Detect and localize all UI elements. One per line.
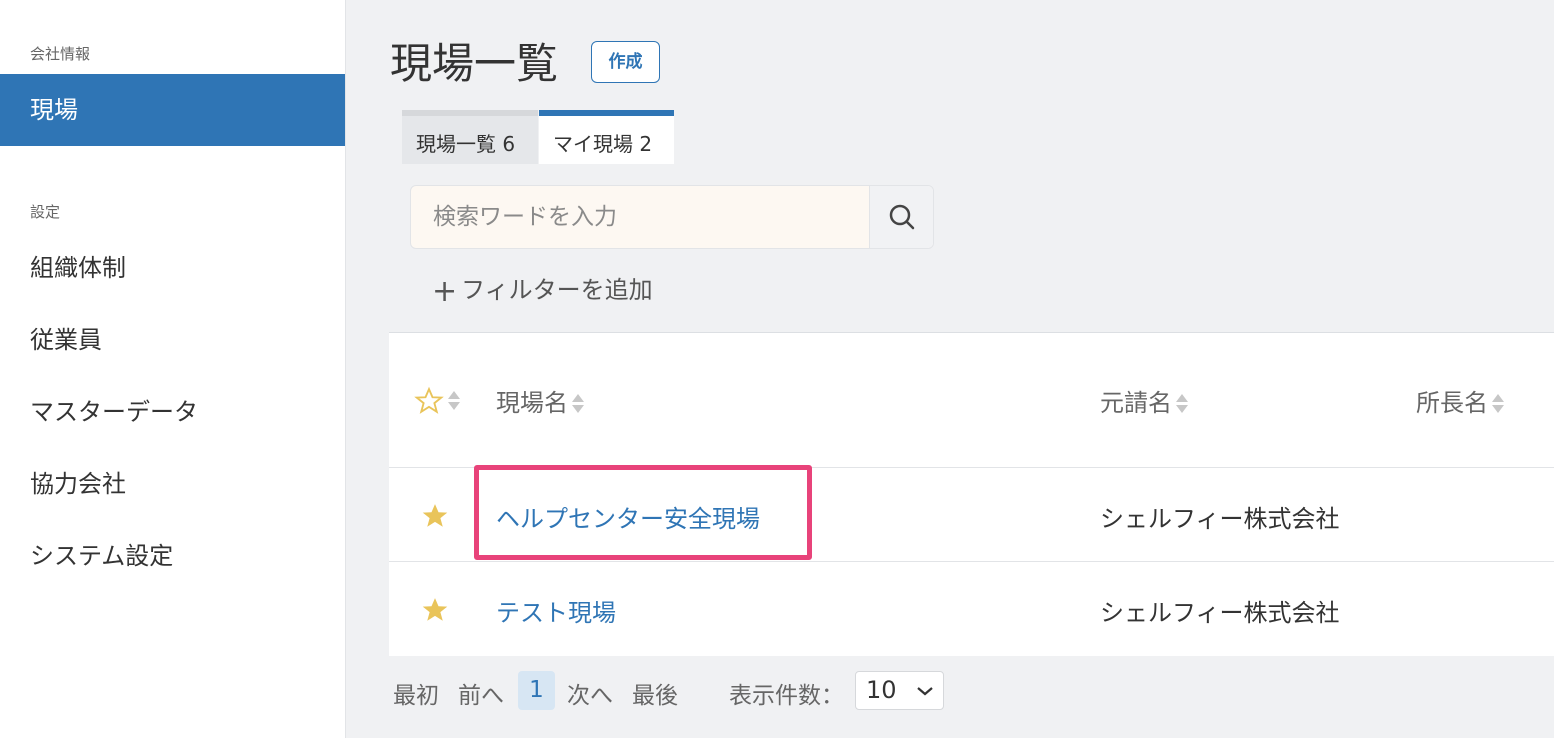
star-column-header[interactable] xyxy=(414,386,460,416)
star-filled-icon xyxy=(422,598,448,621)
sidebar-item-system-settings[interactable]: システム設定 xyxy=(0,520,345,592)
highlight-box xyxy=(474,465,812,560)
favorite-toggle[interactable] xyxy=(420,595,450,629)
sort-icon xyxy=(1492,393,1504,415)
row-divider xyxy=(389,561,1554,562)
add-filter-label: フィルターを追加 xyxy=(461,276,653,304)
sidebar-item-employees[interactable]: 従業員 xyxy=(0,304,345,376)
contractor-cell: シェルフィー株式会社 xyxy=(1100,599,1340,627)
column-header-label: 所長名 xyxy=(1416,389,1488,417)
pagination-prev[interactable]: 前へ xyxy=(458,676,504,710)
contractor-cell: シェルフィー株式会社 xyxy=(1100,505,1340,533)
per-page-select[interactable]: 10 xyxy=(855,671,944,710)
page-title: 現場一覧 xyxy=(390,39,559,88)
search-button[interactable] xyxy=(869,186,933,248)
favorite-toggle[interactable] xyxy=(420,501,450,535)
section-label-settings: 設定 xyxy=(30,203,61,221)
search-box xyxy=(410,185,934,249)
section-label-company: 会社情報 xyxy=(30,45,91,63)
star-filled-icon xyxy=(422,504,448,527)
sidebar-item-organization[interactable]: 組織体制 xyxy=(0,232,345,304)
pagination-next[interactable]: 次へ xyxy=(567,676,613,710)
add-filter-button[interactable]: + フィルターを追加 xyxy=(432,270,653,309)
sidebar-item-partners[interactable]: 協力会社 xyxy=(0,448,345,520)
pagination-current-page[interactable]: 1 xyxy=(518,671,555,710)
tab-all-sites[interactable]: 現場一覧 6 xyxy=(402,110,538,164)
sidebar-item-master-data[interactable]: マスターデータ xyxy=(0,376,345,448)
per-page-value: 10 xyxy=(866,676,897,704)
site-name-link[interactable]: テスト現場 xyxy=(496,593,616,628)
per-page-label: 表示件数： xyxy=(729,683,844,709)
sort-icon xyxy=(448,390,460,412)
column-header-label: 現場名 xyxy=(496,389,568,417)
sort-icon xyxy=(572,393,584,415)
create-button[interactable]: 作成 xyxy=(591,41,660,83)
tab-my-sites[interactable]: マイ現場 2 xyxy=(539,110,674,164)
column-header-label: 元請名 xyxy=(1100,389,1172,417)
column-header-contractor[interactable]: 元請名 xyxy=(1100,383,1188,418)
pagination-first[interactable]: 最初 xyxy=(393,676,439,710)
sidebar-item-sites[interactable]: 現場 xyxy=(0,74,345,146)
star-outline-icon xyxy=(414,386,444,414)
sort-icon xyxy=(1176,393,1188,415)
pagination-last[interactable]: 最後 xyxy=(632,676,678,710)
column-header-site-name[interactable]: 現場名 xyxy=(496,383,584,418)
column-header-manager[interactable]: 所長名 xyxy=(1416,383,1504,418)
plus-icon: + xyxy=(432,274,458,309)
search-icon xyxy=(889,204,915,230)
chevron-down-icon xyxy=(917,687,933,696)
search-input[interactable] xyxy=(411,186,871,248)
sidebar: 会社情報 現場 設定 組織体制 従業員 マスターデータ 協力会社 システム設定 xyxy=(0,0,346,738)
